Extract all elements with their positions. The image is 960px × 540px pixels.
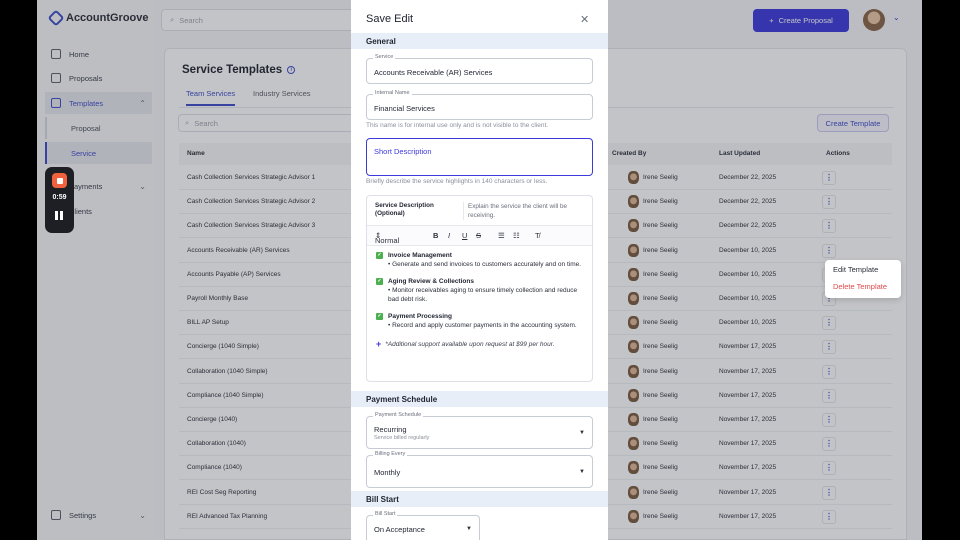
ordered-list-icon[interactable]: ☰ xyxy=(498,231,505,240)
block-description-text: Record and apply customer payments in th… xyxy=(392,322,577,329)
section-bill-start: Bill Start xyxy=(351,491,608,507)
internal-name-field[interactable]: Internal Name Financial Services xyxy=(366,90,593,120)
block-description: • Generate and send invoices to customer… xyxy=(388,261,582,268)
modal-title: Save Edit xyxy=(366,13,414,25)
context-menu: Edit Template Delete Template xyxy=(825,260,901,298)
additional-support-note: + *Additional support available upon requ… xyxy=(376,339,583,349)
field-value: On Acceptance xyxy=(374,525,425,534)
field-value: Monthly xyxy=(374,468,401,477)
bill-start-select[interactable]: Bill Start On Acceptance ▼ xyxy=(366,511,480,540)
short-description-helper: Briefly describe the service highlights … xyxy=(366,178,548,185)
block-heading: ✓ Payment Processing xyxy=(376,313,583,320)
billing-every-select[interactable]: Billing Every Monthly ▼ xyxy=(366,451,593,488)
clear-format-icon[interactable]: T̸ xyxy=(535,231,540,240)
block-description-text: Generate and send invoices to customers … xyxy=(392,261,582,268)
field-value: Financial Services xyxy=(374,104,435,113)
bullet-list-icon[interactable]: ☷ xyxy=(513,231,520,240)
plus-icon: + xyxy=(376,339,382,349)
pause-icon[interactable] xyxy=(55,211,64,220)
service-field[interactable]: Service Accounts Receivable (AR) Service… xyxy=(366,54,593,84)
italic-icon[interactable]: I xyxy=(448,231,450,240)
section-payment-schedule: Payment Schedule xyxy=(351,391,608,407)
field-value: Recurring xyxy=(374,425,407,434)
recording-time: 0:59 xyxy=(52,194,67,201)
service-description-hint: Explain the service the client will be r… xyxy=(463,202,583,220)
checkbox-icon: ✓ xyxy=(376,313,383,320)
block-description: • Monitor receivables aging to ensure ti… xyxy=(388,287,578,303)
caret-down-icon: ▼ xyxy=(579,469,585,475)
section-general: General xyxy=(351,33,608,49)
field-placeholder: Short Description xyxy=(374,147,432,156)
checkbox-icon: ✓ xyxy=(376,252,383,259)
block-title: Aging Review & Collections xyxy=(388,278,474,285)
description-block: ✓ Aging Review & Collections • Monitor rec… xyxy=(376,278,583,304)
delete-template-menu-item[interactable]: Delete Template xyxy=(825,278,901,295)
format-select-value: Normal xyxy=(375,236,400,245)
field-label: Internal Name xyxy=(373,90,412,96)
stop-recording-button[interactable] xyxy=(52,173,67,188)
block-title: Invoice Management xyxy=(388,252,452,259)
field-label: Payment Schedule xyxy=(373,412,424,418)
checkbox-icon: ✓ xyxy=(376,278,383,285)
description-block: ✓ Invoice Management • Generate and send i… xyxy=(376,252,583,269)
editor-body[interactable]: ✓ Invoice Management • Generate and send i… xyxy=(367,246,592,349)
block-description: • Record and apply customer payments in … xyxy=(388,322,577,329)
block-heading: ✓ Aging Review & Collections xyxy=(376,278,583,285)
service-description-editor: Service Description (Optional) Explain t… xyxy=(366,195,593,382)
editor-header: Service Description (Optional) Explain t… xyxy=(367,196,592,226)
underline-icon[interactable]: U xyxy=(462,231,467,240)
note-text: *Additional support available upon reque… xyxy=(385,340,555,348)
editor-toolbar: Normal ⇕ B I U S ☰ ☷ T̸ xyxy=(367,226,592,246)
short-description-input[interactable]: Short Description xyxy=(366,138,593,176)
bold-icon[interactable]: B xyxy=(433,231,438,240)
caret-down-icon: ▼ xyxy=(579,430,585,436)
save-edit-modal: Save Edit ✕ General Service Accounts Rec… xyxy=(351,0,608,540)
field-label: Bill Start xyxy=(373,511,398,517)
field-value: Accounts Receivable (AR) Services xyxy=(374,68,493,77)
screen-recorder: 0:59 xyxy=(45,167,74,233)
field-subtext: Service billed regularly xyxy=(374,435,430,441)
field-label: Service xyxy=(373,54,396,60)
edit-template-menu-item[interactable]: Edit Template xyxy=(825,261,901,278)
close-icon[interactable]: ✕ xyxy=(580,13,589,26)
block-description-text: Monitor receivables aging to ensure time… xyxy=(388,287,578,303)
format-select[interactable]: Normal ⇕ xyxy=(375,231,399,245)
description-block: ✓ Payment Processing • Record and apply cu… xyxy=(376,313,583,330)
block-heading: ✓ Invoice Management xyxy=(376,252,583,259)
caret-down-icon: ▼ xyxy=(466,526,472,532)
payment-schedule-select[interactable]: Payment Schedule Recurring Service bille… xyxy=(366,412,593,449)
field-label: Billing Every xyxy=(373,451,408,457)
internal-name-helper: This name is for internal use only and i… xyxy=(366,122,549,129)
strikethrough-icon[interactable]: S xyxy=(476,231,481,240)
block-title: Payment Processing xyxy=(388,313,452,320)
service-description-label: Service Description (Optional) xyxy=(375,202,434,217)
